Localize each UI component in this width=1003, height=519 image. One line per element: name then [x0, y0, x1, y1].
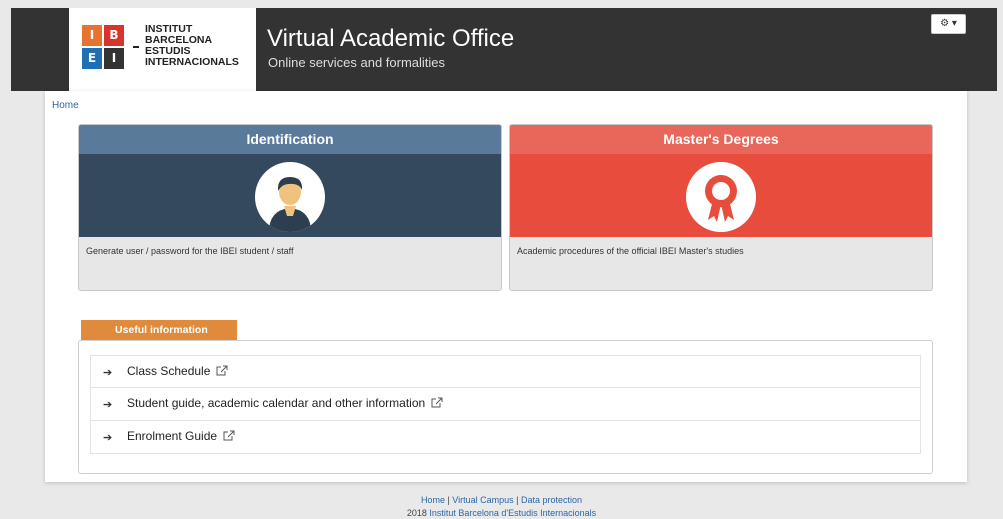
page-footer: Home | Virtual Campus | Data protection …	[0, 494, 1003, 519]
arrow-right-icon: ➔	[103, 432, 113, 444]
masters-degrees-card[interactable]: Master's Degrees Academic procedures of …	[509, 124, 933, 291]
settings-dropdown-button[interactable]: ⚙ ▾	[931, 14, 966, 34]
logo-letter-i1: I	[82, 25, 102, 46]
list-item-text: Class Schedule	[127, 364, 211, 378]
logo-dash	[133, 46, 139, 48]
identification-card[interactable]: Identification Generate user / password …	[78, 124, 502, 291]
card-banner	[79, 154, 501, 237]
list-item-text: Student guide, academic calendar and oth…	[127, 396, 426, 410]
footer-copyright: 2018 Institut Barcelona d'Estudis Intern…	[0, 507, 1003, 519]
list-item-label: Student guide, academic calendar and oth…	[127, 396, 443, 410]
external-link-icon	[216, 365, 228, 376]
logo-text-line: INTERNACIONALS	[145, 56, 239, 68]
card-description: Academic procedures of the official IBEI…	[517, 246, 744, 256]
page-subtitle: Online services and formalities	[268, 55, 446, 70]
list-item-student-guide[interactable]: ➔ Student guide, academic calendar and o…	[90, 388, 921, 421]
page-header: I B E I INSTITUT BARCELONA ESTUDIS INTER…	[11, 8, 997, 91]
footer-link-data-protection[interactable]: Data protection	[521, 495, 582, 505]
footer-link-institution[interactable]: Institut Barcelona d'Estudis Internacion…	[429, 508, 596, 518]
footer-link-home[interactable]: Home	[421, 495, 445, 505]
card-title: Master's Degrees	[510, 125, 932, 154]
card-banner	[510, 154, 932, 237]
logo-letter-e: E	[82, 48, 102, 69]
list-item-enrolment-guide[interactable]: ➔ Enrolment Guide	[90, 421, 921, 454]
card-title: Identification	[79, 125, 501, 154]
external-link-icon	[431, 397, 443, 408]
list-item-class-schedule[interactable]: ➔ Class Schedule	[90, 355, 921, 388]
list-item-label: Enrolment Guide	[127, 429, 235, 443]
arrow-right-icon: ➔	[103, 367, 113, 379]
breadcrumb-home[interactable]: Home	[52, 100, 79, 111]
arrow-right-icon: ➔	[103, 399, 113, 411]
footer-link-virtual-campus[interactable]: Virtual Campus	[452, 495, 513, 505]
logo-letter-b: B	[104, 25, 124, 46]
useful-information-list: ➔ Class Schedule ➔ Student guide, academ…	[90, 355, 921, 454]
useful-information-tab: Useful information	[81, 320, 237, 340]
logo-mark: I B E I	[82, 25, 124, 69]
list-item-text: Enrolment Guide	[127, 429, 218, 443]
logo-letter-i2: I	[104, 48, 124, 69]
list-item-label: Class Schedule	[127, 364, 228, 378]
card-description: Generate user / password for the IBEI st…	[86, 246, 294, 256]
footer-links: Home | Virtual Campus | Data protection	[0, 494, 1003, 507]
page-title: Virtual Academic Office	[267, 25, 515, 52]
award-ribbon-icon	[686, 162, 756, 232]
student-avatar-icon	[255, 162, 325, 232]
logo-text: INSTITUT BARCELONA ESTUDIS INTERNACIONAL…	[145, 24, 239, 68]
footer-year: 2018	[406, 508, 427, 518]
external-link-icon	[223, 430, 235, 441]
footer-separator: |	[513, 495, 522, 505]
ibei-logo[interactable]: I B E I INSTITUT BARCELONA ESTUDIS INTER…	[69, 8, 256, 91]
